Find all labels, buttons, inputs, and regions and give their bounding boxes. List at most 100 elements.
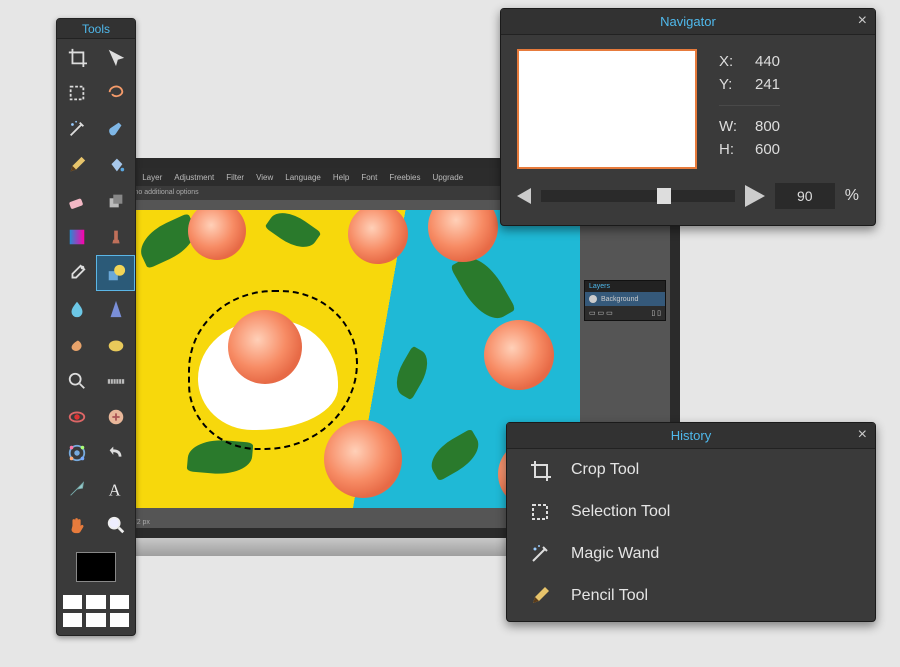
tool-brush[interactable] bbox=[96, 111, 135, 147]
menu-upgrade[interactable]: Upgrade bbox=[432, 173, 463, 182]
smudge-icon bbox=[67, 335, 87, 355]
close-icon[interactable]: × bbox=[858, 12, 867, 30]
pencil-icon bbox=[527, 585, 553, 607]
tool-magnify[interactable] bbox=[96, 507, 135, 543]
layers-footer: ▭ ▭ ▭▯ ▯ bbox=[585, 306, 665, 320]
navigator-panel[interactable]: Navigator × X:440 Y:241 W:800 H:600 90 % bbox=[500, 8, 876, 226]
navigator-stats: X:440 Y:241 W:800 H:600 bbox=[719, 49, 780, 169]
history-title: History bbox=[671, 428, 711, 443]
tool-clone[interactable] bbox=[96, 183, 135, 219]
tool-colorpicker[interactable] bbox=[57, 255, 96, 291]
history-item-pencil[interactable]: Pencil Tool bbox=[507, 575, 875, 617]
tools-panel-title: Tools bbox=[57, 19, 135, 39]
tool-gradient[interactable] bbox=[57, 219, 96, 255]
clone-icon bbox=[106, 191, 126, 211]
navigator-title-bar[interactable]: Navigator × bbox=[501, 9, 875, 35]
pen-icon bbox=[67, 479, 87, 499]
zoom-icon bbox=[67, 371, 87, 391]
wand-icon bbox=[527, 543, 553, 565]
tool-move[interactable] bbox=[96, 39, 135, 75]
menu-layer[interactable]: Layer bbox=[142, 173, 162, 182]
tool-stamp[interactable] bbox=[96, 219, 135, 255]
menu-language[interactable]: Language bbox=[285, 173, 321, 182]
lasso-icon bbox=[106, 83, 126, 103]
tool-blur[interactable] bbox=[57, 291, 96, 327]
nav-y-value: 241 bbox=[755, 76, 780, 93]
magnify-icon bbox=[106, 515, 126, 535]
tool-rotate[interactable] bbox=[96, 435, 135, 471]
marquee-icon bbox=[527, 501, 553, 523]
tool-pencil[interactable] bbox=[57, 147, 96, 183]
color-swatches[interactable] bbox=[57, 591, 135, 635]
brush-icon bbox=[106, 119, 126, 139]
zoom-slider[interactable] bbox=[541, 190, 735, 202]
tool-eraser[interactable] bbox=[57, 183, 96, 219]
zoom-unit: % bbox=[845, 187, 859, 205]
layer-name: Background bbox=[601, 296, 638, 303]
history-label: Pencil Tool bbox=[571, 587, 648, 605]
tool-smudge[interactable] bbox=[57, 327, 96, 363]
layer-row-background[interactable]: Background bbox=[585, 292, 665, 306]
crop-icon bbox=[67, 47, 87, 67]
close-icon[interactable]: × bbox=[858, 426, 867, 444]
measure-icon bbox=[106, 371, 126, 391]
zoom-in-icon[interactable] bbox=[745, 185, 765, 207]
move-icon bbox=[106, 47, 126, 67]
tool-colorreplace[interactable] bbox=[57, 435, 96, 471]
shapes-icon bbox=[106, 263, 126, 283]
tool-measure[interactable] bbox=[96, 363, 135, 399]
menu-filter[interactable]: Filter bbox=[226, 173, 244, 182]
eraser-icon bbox=[67, 191, 87, 211]
layers-panel[interactable]: Layers Background ▭ ▭ ▭▯ ▯ bbox=[584, 280, 666, 321]
menu-help[interactable]: Help bbox=[333, 173, 349, 182]
menu-adjustment[interactable]: Adjustment bbox=[174, 173, 214, 182]
rotate-icon bbox=[106, 443, 126, 463]
menu-font[interactable]: Font bbox=[361, 173, 377, 182]
history-panel[interactable]: History × Crop Tool Selection Tool Magic W… bbox=[506, 422, 876, 622]
tool-marquee[interactable] bbox=[57, 75, 96, 111]
tools-panel[interactable]: Tools bbox=[56, 18, 136, 636]
tool-sponge[interactable] bbox=[96, 327, 135, 363]
navigator-title: Navigator bbox=[660, 14, 716, 29]
zoom-out-icon[interactable] bbox=[517, 188, 531, 204]
gradient-icon bbox=[67, 227, 87, 247]
current-color-swatch[interactable] bbox=[57, 543, 135, 591]
tool-text[interactable] bbox=[96, 471, 135, 507]
tool-crop[interactable] bbox=[57, 39, 96, 75]
tool-pen[interactable] bbox=[57, 471, 96, 507]
tool-bucket[interactable] bbox=[96, 147, 135, 183]
lasso-selection[interactable] bbox=[188, 290, 358, 450]
stamp-icon bbox=[106, 227, 126, 247]
bucket-icon bbox=[106, 155, 126, 175]
pencil-icon bbox=[67, 155, 87, 175]
menu-view[interactable]: View bbox=[256, 173, 273, 182]
blur-icon bbox=[67, 299, 87, 319]
zoom-value[interactable]: 90 bbox=[775, 183, 835, 209]
navigator-thumbnail[interactable] bbox=[517, 49, 697, 169]
history-item-crop[interactable]: Crop Tool bbox=[507, 449, 875, 491]
wand-icon bbox=[67, 119, 87, 139]
tool-sharpen[interactable] bbox=[96, 291, 135, 327]
tool-redeye[interactable] bbox=[57, 399, 96, 435]
tool-shapes[interactable] bbox=[96, 255, 135, 291]
visibility-icon[interactable] bbox=[589, 295, 597, 303]
colorpicker-icon bbox=[67, 263, 87, 283]
zoom-slider-thumb[interactable] bbox=[657, 188, 671, 204]
history-item-wand[interactable]: Magic Wand bbox=[507, 533, 875, 575]
tool-lasso[interactable] bbox=[96, 75, 135, 111]
crop-icon bbox=[527, 459, 553, 481]
nav-h-value: 600 bbox=[755, 141, 780, 158]
history-item-marquee[interactable]: Selection Tool bbox=[507, 491, 875, 533]
tool-zoom[interactable] bbox=[57, 363, 96, 399]
hand-icon bbox=[67, 515, 87, 535]
history-label: Selection Tool bbox=[571, 503, 670, 521]
history-label: Magic Wand bbox=[571, 545, 659, 563]
navigator-zoom-bar[interactable]: 90 % bbox=[501, 177, 875, 215]
heal-icon bbox=[106, 407, 126, 427]
nav-x-value: 440 bbox=[755, 53, 780, 70]
history-title-bar[interactable]: History × bbox=[507, 423, 875, 449]
menu-freebies[interactable]: Freebies bbox=[389, 173, 420, 182]
tool-heal[interactable] bbox=[96, 399, 135, 435]
tool-wand[interactable] bbox=[57, 111, 96, 147]
tool-hand[interactable] bbox=[57, 507, 96, 543]
